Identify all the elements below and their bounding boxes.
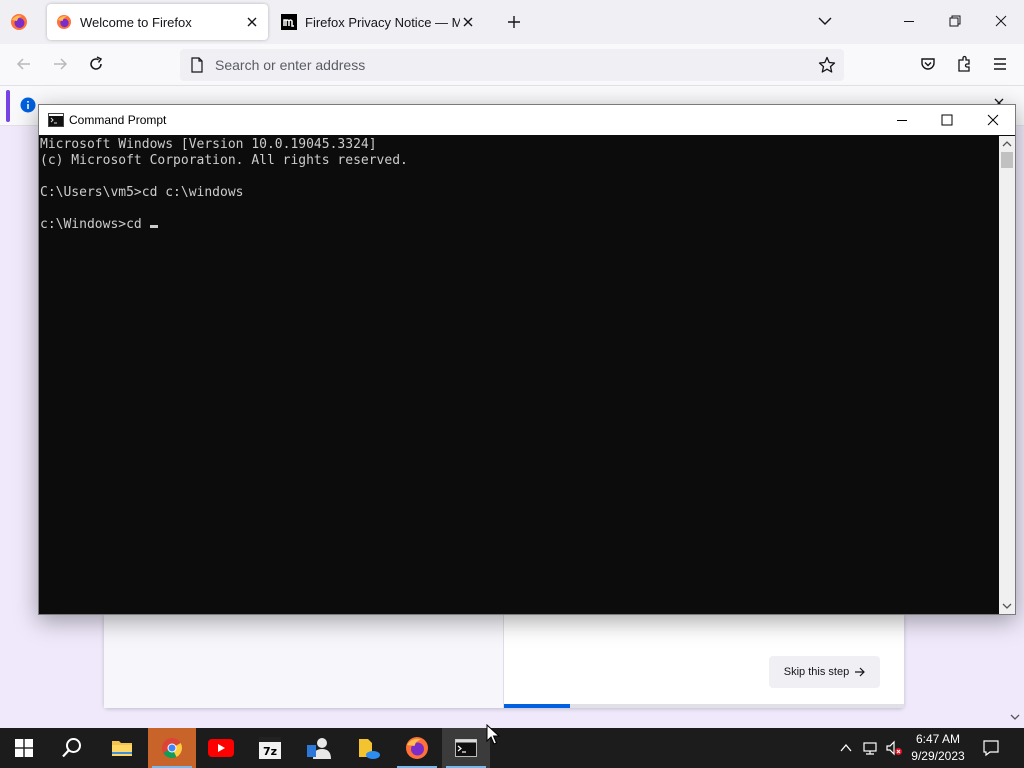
console-line: Microsoft Windows [Version 10.0.19045.33…: [40, 137, 377, 152]
notification-accent: [6, 90, 10, 122]
welcome-illustration-panel: [104, 614, 504, 708]
taskbar-search-button[interactable]: [48, 728, 96, 768]
console-output[interactable]: Microsoft Windows [Version 10.0.19045.33…: [39, 136, 999, 614]
chrome-icon: [162, 738, 183, 759]
command-prompt-icon: [455, 739, 477, 757]
taskbar-youtube[interactable]: [197, 728, 245, 768]
hamburger-menu-icon[interactable]: [991, 55, 1009, 73]
7zip-icon: 7z: [259, 737, 281, 759]
taskbar-files[interactable]: [344, 728, 392, 768]
console-input-line[interactable]: c:\Windows>cd: [40, 217, 999, 233]
console-scrollbar[interactable]: [999, 136, 1015, 614]
reload-icon[interactable]: [87, 55, 105, 73]
back-icon[interactable]: [15, 55, 33, 73]
onboarding-progress-fill: [504, 704, 570, 708]
skip-step-button[interactable]: Skip this step: [769, 656, 880, 688]
show-hidden-icons-icon[interactable]: [838, 740, 854, 756]
firefox-nav-bar: Search or enter address: [0, 44, 1024, 86]
cmd-close-icon[interactable]: [984, 111, 1002, 129]
search-icon: [62, 738, 81, 758]
start-button[interactable]: [0, 728, 48, 768]
youtube-icon: [208, 739, 234, 757]
file-explorer-icon: [112, 741, 132, 756]
console-prompt: c:\Windows>cd: [40, 217, 150, 232]
taskbar: 7z 6:47 AM 9/29/2023: [0, 728, 1024, 768]
pocket-icon[interactable]: [919, 55, 937, 73]
tab-welcome[interactable]: Welcome to Firefox: [47, 4, 268, 40]
tab-title: Welcome to Firefox: [80, 14, 192, 30]
taskbar-chrome[interactable]: [148, 728, 196, 768]
command-prompt-title: Command Prompt: [69, 113, 167, 127]
action-center-icon[interactable]: [982, 739, 1000, 757]
firefox-icon: [406, 737, 428, 759]
mouse-pointer-icon: [486, 724, 500, 745]
forward-icon[interactable]: [51, 55, 69, 73]
taskbar-command-prompt[interactable]: [442, 728, 490, 768]
list-all-tabs-icon[interactable]: [818, 16, 832, 26]
close-tab-icon[interactable]: [244, 14, 260, 30]
mozilla-favicon-icon: [281, 14, 297, 30]
taskbar-people[interactable]: [295, 728, 343, 768]
scroll-down-arrow-icon[interactable]: [1010, 712, 1020, 722]
taskbar-7zip[interactable]: 7z: [246, 728, 294, 768]
scroll-up-arrow-icon[interactable]: [1002, 140, 1012, 148]
people-icon: [307, 738, 331, 759]
firefox-menu-icon[interactable]: [10, 13, 28, 31]
command-prompt-titlebar[interactable]: Command Prompt: [39, 105, 1015, 135]
command-prompt-icon: [48, 113, 64, 127]
firefox-favicon-icon: [57, 15, 71, 29]
volume-muted-icon[interactable]: [886, 740, 902, 756]
svg-text:7z: 7z: [263, 745, 277, 758]
network-icon[interactable]: [862, 740, 878, 756]
url-bar[interactable]: Search or enter address: [180, 49, 844, 81]
page-icon: [191, 57, 203, 73]
close-tab-icon[interactable]: [460, 14, 476, 30]
scrollbar-thumb[interactable]: [1001, 152, 1013, 168]
command-prompt-window: Command Prompt Microsoft Windows [Versio…: [38, 104, 1016, 615]
cmd-minimize-icon[interactable]: [893, 111, 911, 129]
info-icon: [20, 97, 36, 113]
console-line: (c) Microsoft Corporation. All rights re…: [40, 153, 408, 168]
close-window-icon[interactable]: [992, 12, 1010, 30]
clock-date: 9/29/2023: [911, 749, 965, 763]
taskbar-file-explorer[interactable]: [98, 728, 146, 768]
taskbar-clock[interactable]: 6:47 AM 9/29/2023: [906, 731, 970, 765]
text-cursor: [149, 225, 158, 228]
tab-privacy-notice[interactable]: Firefox Privacy Notice — Mozilla: [272, 4, 484, 40]
skip-step-label: Skip this step: [783, 666, 850, 678]
taskbar-firefox[interactable]: [393, 728, 441, 768]
tab-title: Firefox Privacy Notice — Mozilla: [305, 14, 460, 30]
minimize-icon[interactable]: [900, 12, 918, 30]
cmd-maximize-icon[interactable]: [938, 111, 956, 129]
onedrive-files-icon: [359, 739, 380, 759]
start-icon: [15, 739, 33, 757]
scroll-down-arrow-icon[interactable]: [1002, 602, 1012, 610]
url-placeholder: Search or enter address: [215, 57, 366, 73]
firefox-tab-bar: Welcome to Firefox Firefox Privacy Notic…: [0, 0, 1024, 44]
onboarding-progress: [504, 704, 904, 708]
new-tab-icon[interactable]: [506, 14, 522, 30]
welcome-card: Skip this step: [104, 614, 904, 708]
clock-time: 6:47 AM: [915, 732, 961, 746]
restore-icon[interactable]: [946, 12, 964, 30]
extensions-icon[interactable]: [955, 55, 973, 73]
console-line: C:\Users\vm5>cd c:\windows: [40, 185, 244, 200]
arrow-right-icon: [855, 667, 866, 677]
bookmark-star-icon[interactable]: [818, 56, 836, 74]
